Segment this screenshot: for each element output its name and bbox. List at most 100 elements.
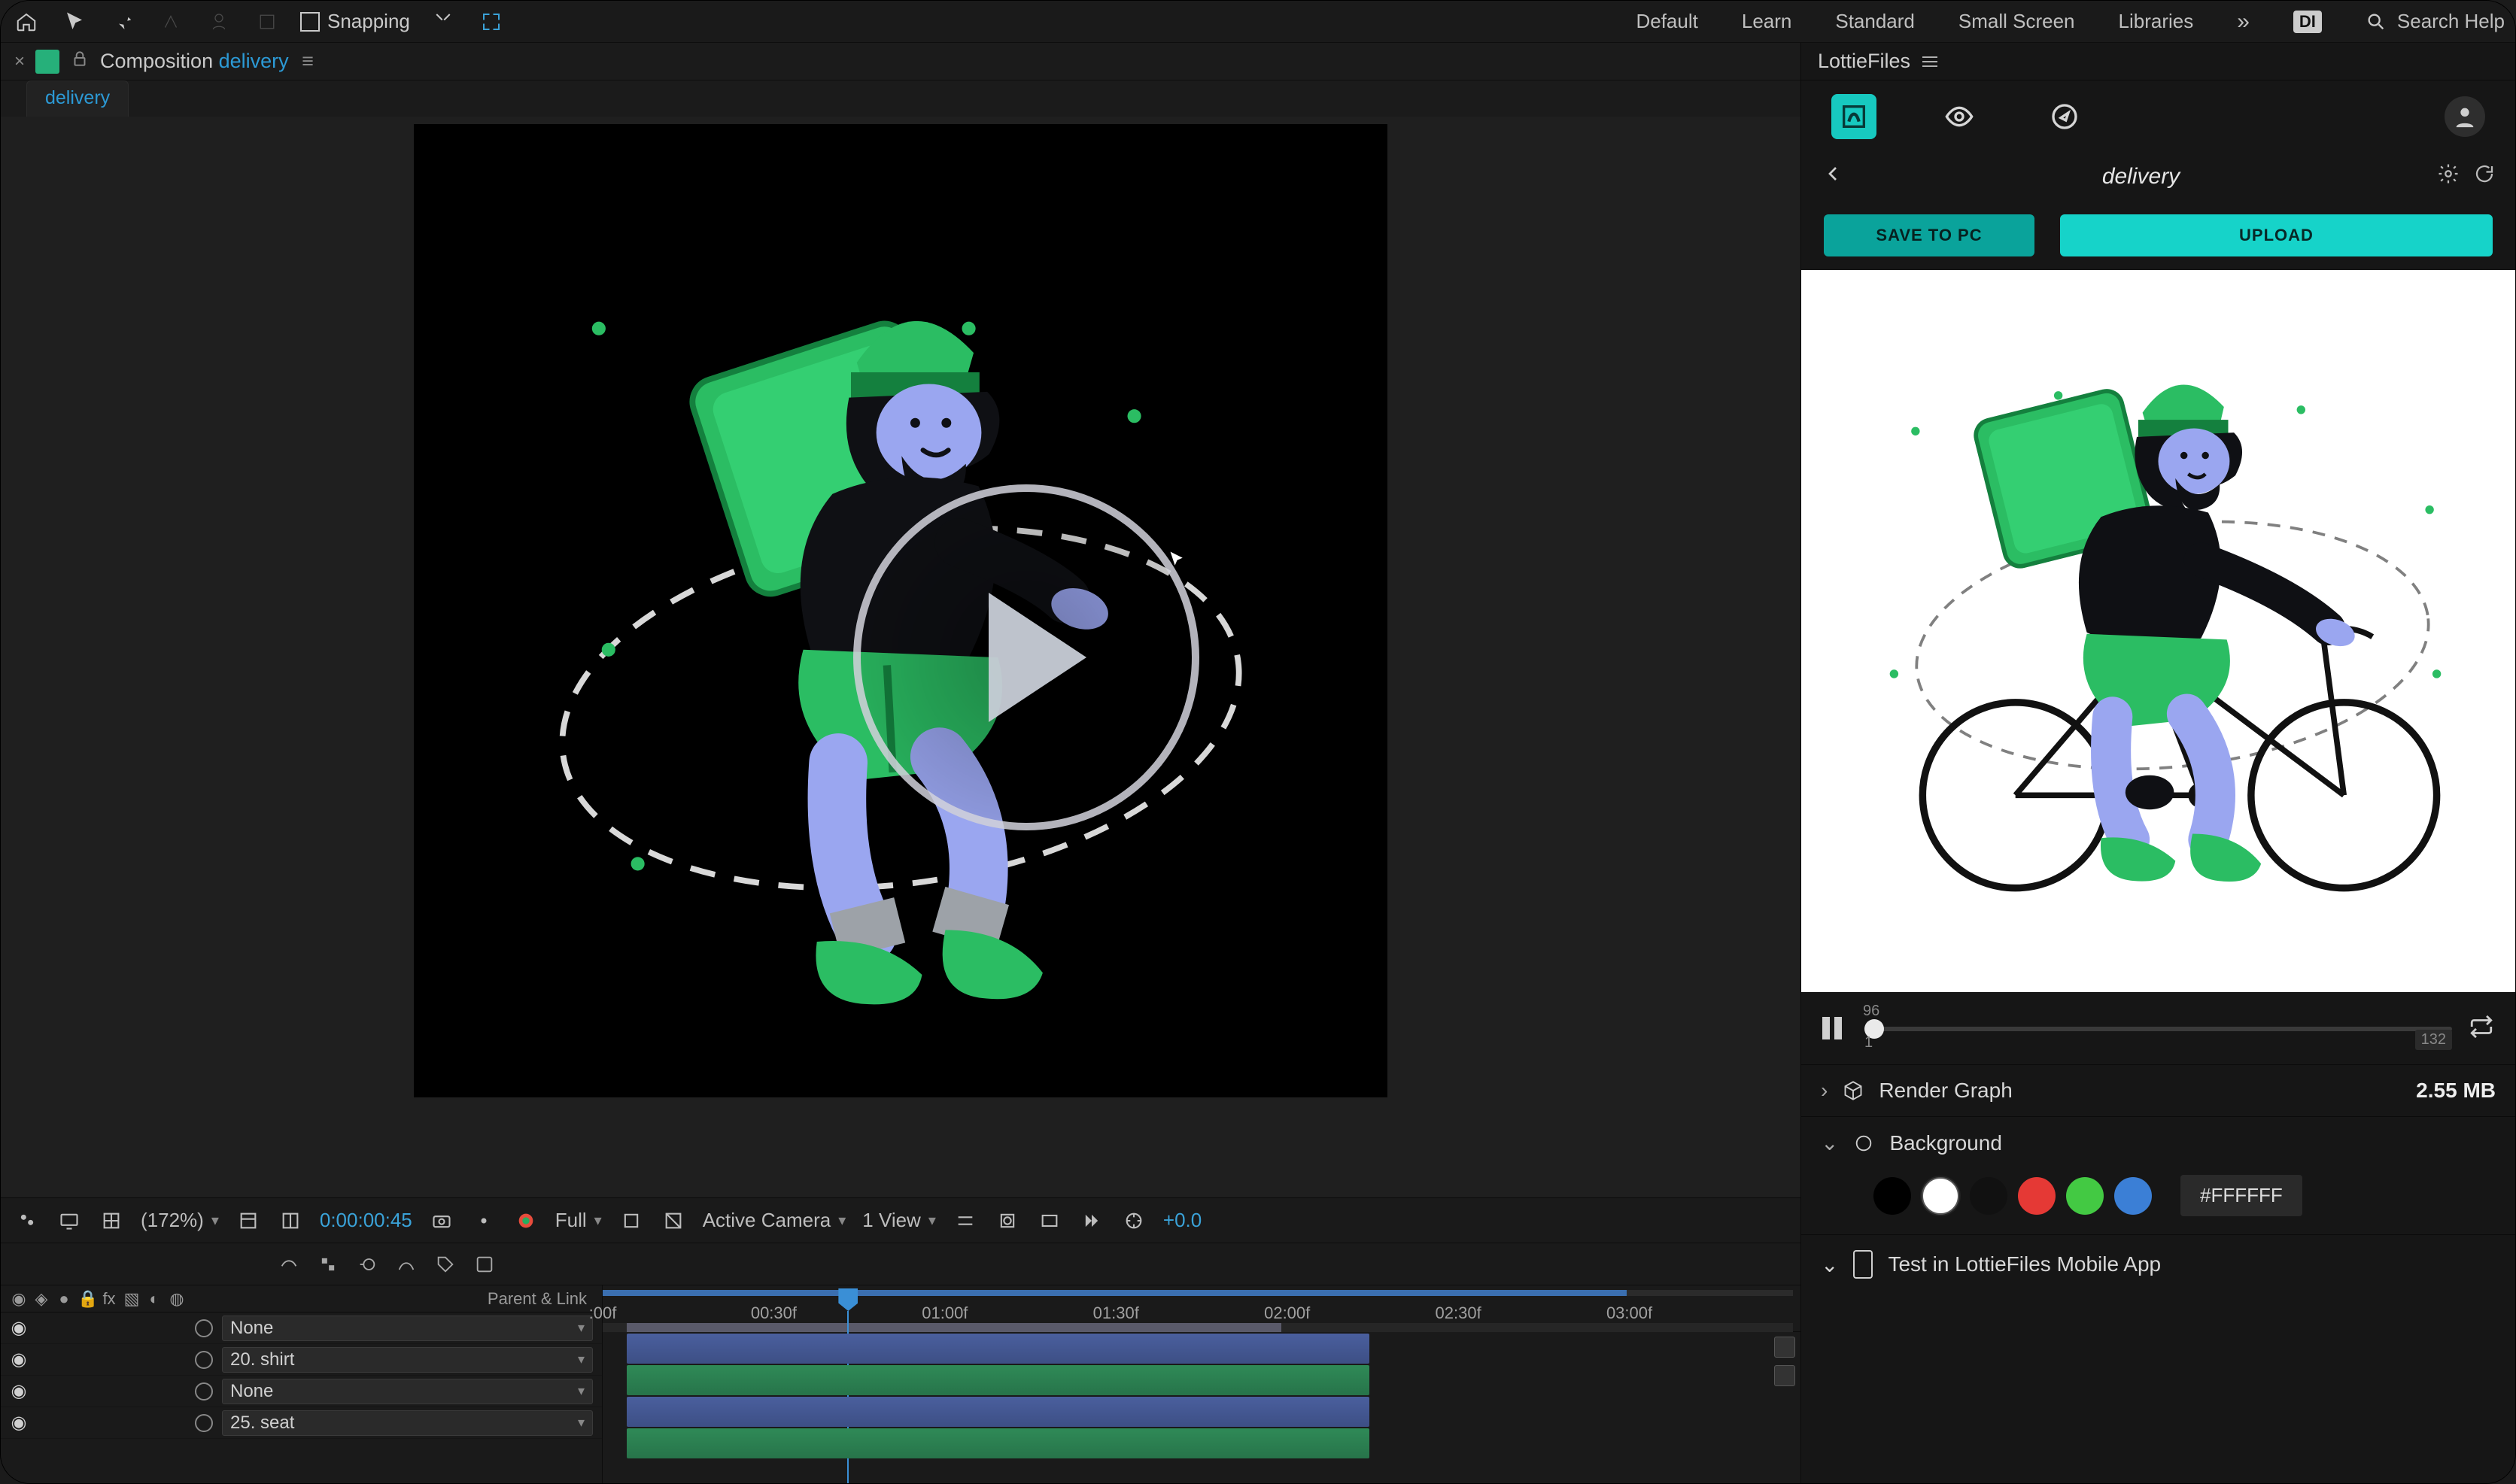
timeline-ruler[interactable]: :00f00:30f01:00f01:30f02:00f02:30f03:00f (603, 1285, 1800, 1332)
search-help[interactable]: Search Help (2366, 10, 2505, 33)
swatch-green[interactable] (2066, 1177, 2104, 1215)
lottie-explore-tab[interactable] (2042, 94, 2087, 139)
col-blend-icon[interactable]: ▧ (123, 1289, 141, 1309)
swatch-blue[interactable] (2114, 1177, 2152, 1215)
exposure-value[interactable]: +0.0 (1163, 1209, 1202, 1232)
tl-frame-blend-icon[interactable] (315, 1252, 341, 1277)
grid-icon[interactable] (99, 1208, 124, 1234)
snapping-toggle[interactable]: Snapping (300, 10, 410, 33)
expand-icon[interactable] (476, 7, 506, 37)
loop-icon[interactable] (2469, 1014, 2494, 1043)
swatch-white[interactable] (1922, 1177, 1959, 1215)
sample-icon[interactable] (471, 1208, 497, 1234)
timeline-sync-icon[interactable] (1121, 1208, 1147, 1234)
composition-viewer[interactable] (1, 117, 1800, 1197)
upload-button[interactable]: UPLOAD (2060, 214, 2493, 256)
monitor-icon[interactable] (56, 1208, 82, 1234)
parent-dropdown[interactable]: 20. shirt▾ (222, 1347, 593, 1373)
tab-delivery[interactable]: delivery (26, 80, 129, 117)
pickwhip-icon[interactable] (195, 1382, 213, 1401)
swatch-black[interactable] (1873, 1177, 1911, 1215)
mask-icon[interactable] (995, 1208, 1020, 1234)
timecode-display[interactable]: 0:00:00:45 (320, 1209, 412, 1232)
user-avatar-icon[interactable] (2445, 96, 2485, 137)
table-row[interactable]: ◉ None▾ (1, 1313, 602, 1344)
pickwhip-icon[interactable] (195, 1414, 213, 1432)
tl-shy-icon[interactable] (276, 1252, 302, 1277)
table-row[interactable]: ◉ None▾ (1, 1376, 602, 1407)
transparency-icon[interactable] (661, 1208, 686, 1234)
snapshot-icon[interactable] (429, 1208, 454, 1234)
footprint-icon[interactable] (14, 1208, 40, 1234)
video-play-button[interactable] (853, 484, 1199, 830)
tl-motion-blur-icon[interactable] (354, 1252, 380, 1277)
color-icon[interactable] (513, 1208, 539, 1234)
tool-pin-icon[interactable] (108, 7, 138, 37)
background-hex-input[interactable]: #FFFFFF (2180, 1175, 2302, 1216)
swatch-dark[interactable] (1970, 1177, 2007, 1215)
guides-icon[interactable] (953, 1208, 978, 1234)
col-mb-icon[interactable]: ◐ (145, 1289, 163, 1309)
test-mobile-section[interactable]: ⌄ Test in LottieFiles Mobile App (1801, 1234, 2515, 1294)
layer-bar[interactable] (627, 1365, 1369, 1395)
pickwhip-icon[interactable] (195, 1351, 213, 1369)
tl-render-icon[interactable] (472, 1252, 497, 1277)
zoom-dropdown[interactable]: (172%)▾ (141, 1209, 219, 1232)
table-row[interactable]: ◉ 25. seat▾ (1, 1407, 602, 1439)
roi-icon[interactable] (618, 1208, 644, 1234)
background-label: Background (1889, 1131, 2001, 1155)
col-3d-icon[interactable]: ◍ (168, 1289, 186, 1309)
workspace-standard[interactable]: Standard (1835, 10, 1915, 33)
workspace-learn[interactable]: Learn (1742, 10, 1792, 33)
layer-bar[interactable] (627, 1428, 1369, 1458)
workspace-small[interactable]: Small Screen (1958, 10, 2075, 33)
workspace-default[interactable]: Default (1636, 10, 1697, 33)
marker-icon[interactable] (1774, 1337, 1795, 1358)
pixel-aspect-icon[interactable] (1037, 1208, 1062, 1234)
layout-2-icon[interactable] (278, 1208, 303, 1234)
workspace-overflow-icon[interactable]: » (2237, 9, 2250, 35)
pause-button[interactable] (1822, 1017, 1848, 1039)
col-solo-icon[interactable]: ● (55, 1289, 73, 1309)
col-fx-icon[interactable]: fx (100, 1289, 118, 1309)
view-count-dropdown[interactable]: 1 View▾ (862, 1209, 936, 1232)
panel-menu-icon[interactable] (1922, 56, 1937, 67)
layout-1-icon[interactable] (235, 1208, 261, 1234)
col-lock-icon[interactable]: 🔒 (77, 1289, 96, 1309)
settings-icon[interactable] (2437, 162, 2460, 191)
refresh-icon[interactable] (2473, 162, 2496, 191)
parent-dropdown[interactable]: 25. seat▾ (222, 1410, 593, 1436)
lottie-preview-tab[interactable] (1937, 94, 1982, 139)
table-row[interactable]: ◉ 20. shirt▾ (1, 1344, 602, 1376)
layer-bar[interactable] (627, 1334, 1369, 1364)
tl-tag-icon[interactable] (433, 1252, 458, 1277)
lottie-export-tab[interactable] (1831, 94, 1876, 139)
home-icon[interactable] (11, 7, 41, 37)
col-eye-icon[interactable]: ◉ (10, 1289, 28, 1309)
lock-icon[interactable] (70, 49, 90, 74)
tool-selection-icon[interactable] (59, 7, 90, 37)
pickwhip-icon[interactable] (195, 1319, 213, 1337)
playhead[interactable] (837, 1288, 859, 1331)
fast-preview-icon[interactable] (1079, 1208, 1105, 1234)
marker-icon[interactable] (1774, 1365, 1795, 1386)
tl-graph-icon[interactable] (394, 1252, 419, 1277)
parent-dropdown[interactable]: None▾ (222, 1316, 593, 1341)
timeline-columns-header: ◉ ◈ ● 🔒 fx ▧ ◐ ◍ Parent & Link (1, 1285, 602, 1313)
timeline-tracks[interactable]: :00f00:30f01:00f01:30f02:00f02:30f03:00f (603, 1285, 1800, 1483)
col-audio-icon[interactable]: ◈ (32, 1289, 50, 1309)
swatch-red[interactable] (2018, 1177, 2056, 1215)
magnet-icon[interactable] (428, 7, 458, 37)
parent-dropdown[interactable]: None▾ (222, 1379, 593, 1404)
background-section[interactable]: ⌄ Background (1801, 1116, 2515, 1169)
panel-close-icon[interactable]: × (14, 51, 25, 72)
panel-menu-icon[interactable]: ≡ (302, 50, 314, 72)
frame-slider[interactable]: 96 1 132 (1864, 1013, 2452, 1043)
render-graph-section[interactable]: › Render Graph 2.55 MB (1801, 1064, 2515, 1116)
back-icon[interactable] (1821, 162, 1845, 192)
save-to-pc-button[interactable]: SAVE TO PC (1824, 214, 2034, 256)
camera-dropdown[interactable]: Active Camera▾ (703, 1209, 846, 1232)
resolution-dropdown[interactable]: Full▾ (555, 1209, 602, 1232)
workspace-libraries[interactable]: Libraries (2119, 10, 2194, 33)
layer-bar[interactable] (627, 1397, 1369, 1427)
